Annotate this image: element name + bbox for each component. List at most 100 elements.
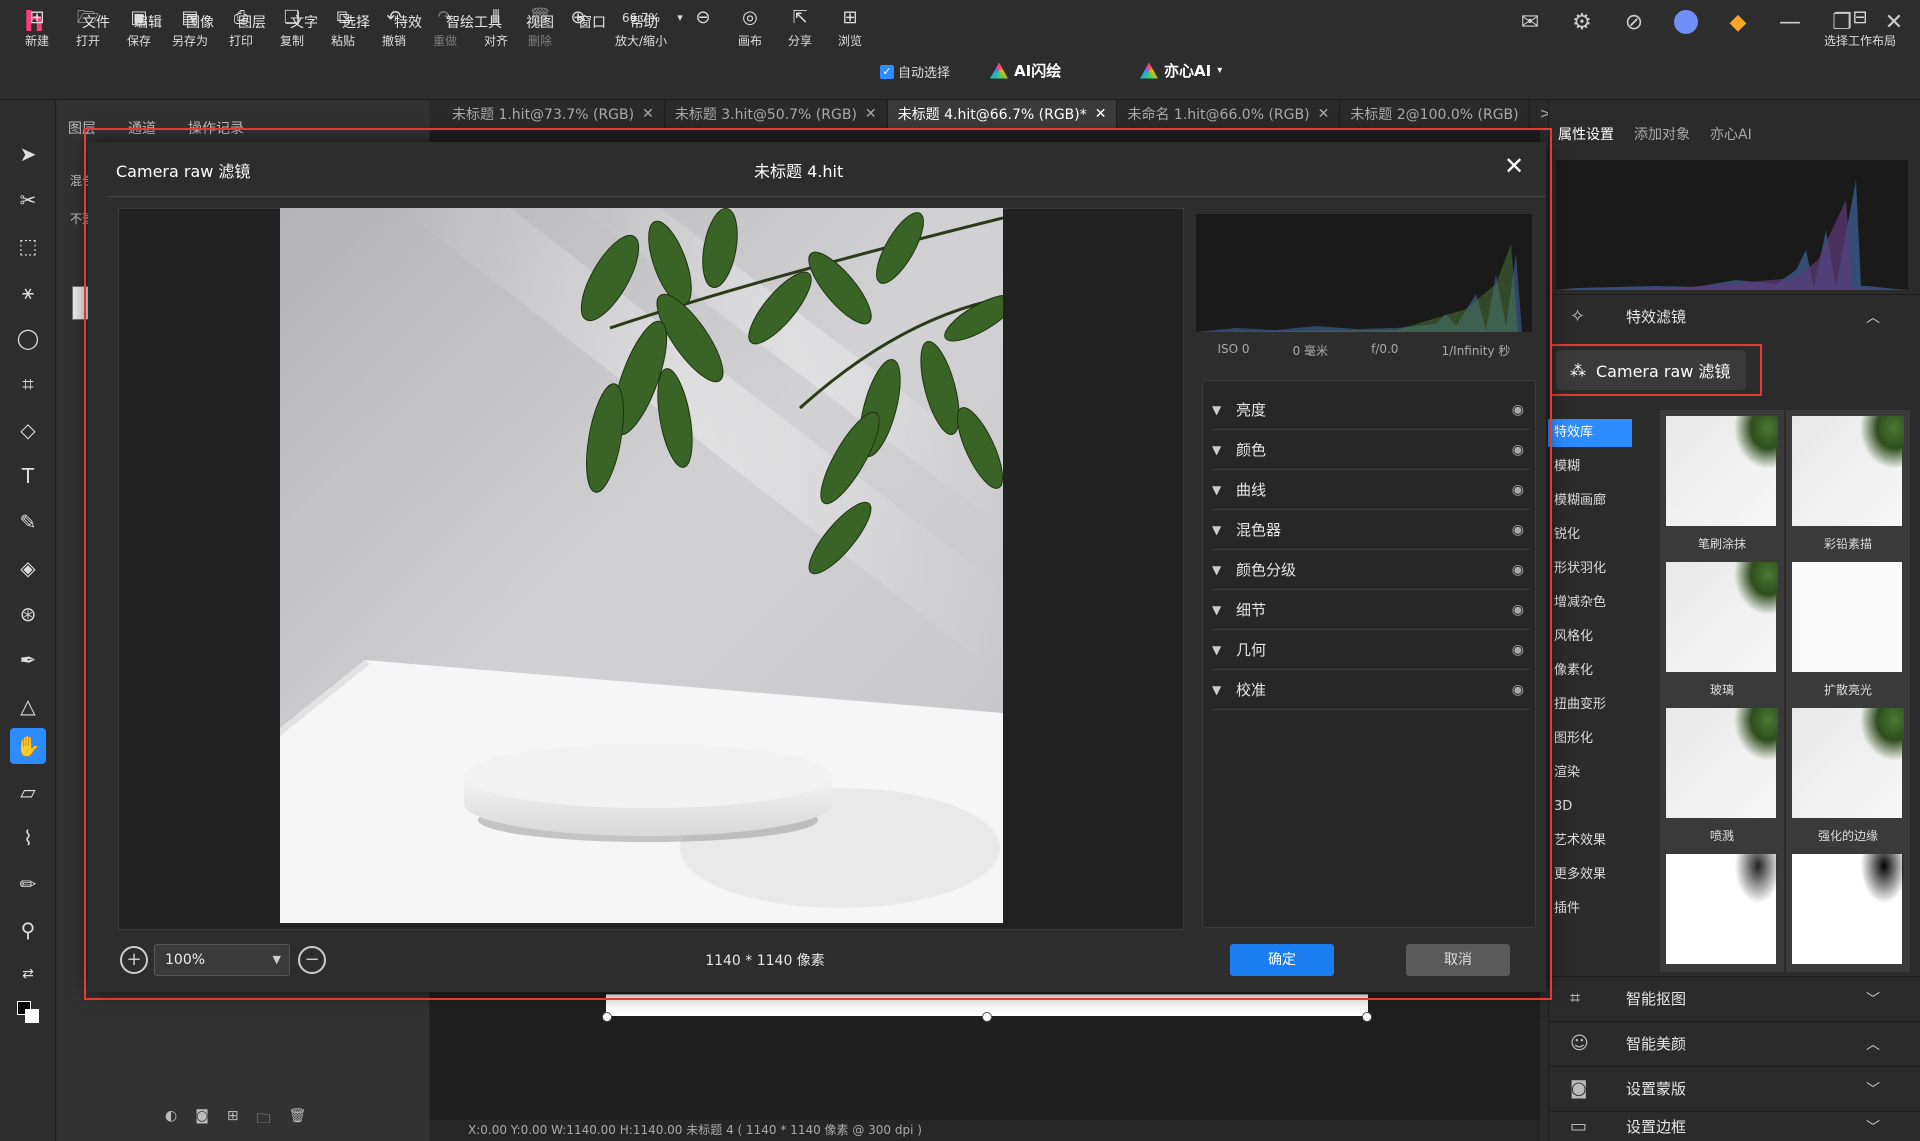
color-swatch-icon[interactable] <box>10 994 46 1030</box>
workspace-layout-button[interactable]: ⊟ 选择工作布局 <box>1820 6 1900 49</box>
crop-tool-icon[interactable]: ⌗ <box>10 366 46 402</box>
close-tab-icon[interactable]: ✕ <box>1095 106 1107 122</box>
mask-icon[interactable]: ◙ <box>195 1108 209 1132</box>
fx-thumb[interactable] <box>1660 848 1784 972</box>
brush-tool-icon[interactable]: ✎ <box>10 504 46 540</box>
transform-handle[interactable] <box>982 1012 992 1022</box>
fx-category[interactable]: 特效库 <box>1548 419 1632 447</box>
clone-tool-icon[interactable]: ⊛ <box>10 596 46 632</box>
print-button[interactable]: ⎙ 打印 <box>216 6 266 49</box>
eyedropper-tool-icon[interactable]: ⚲ <box>10 912 46 948</box>
zoom-out-button[interactable]: ⊖ <box>688 6 718 30</box>
fx-thumb[interactable]: 强化的边缘 <box>1786 702 1910 848</box>
doc-tab-active[interactable]: 未标题 4.hit@66.7% (RGB)* ✕ <box>887 100 1118 128</box>
swap-colors-icon[interactable]: ⇄ <box>10 956 46 992</box>
magic-wand-icon[interactable]: ⚹ <box>10 274 46 310</box>
open-button[interactable]: 🗁 打开 <box>63 6 113 49</box>
zoom-control[interactable]: 66.7% 放大/缩小 <box>608 6 674 49</box>
fx-category[interactable]: 更多效果 <box>1548 858 1648 892</box>
minimize-icon[interactable]: — <box>1764 0 1816 44</box>
zoom-dropdown-icon[interactable]: ▾ <box>670 6 690 30</box>
group-folder-icon[interactable]: 🗀 <box>257 1108 271 1132</box>
canvas-button[interactable]: ◎ 画布 <box>725 6 775 49</box>
close-tab-icon[interactable]: ✕ <box>642 106 654 122</box>
save-as-button[interactable]: ▤ 另存为 <box>165 6 215 49</box>
redo-button[interactable]: ↷ 重做 <box>420 6 470 49</box>
fx-category[interactable]: 像素化 <box>1548 654 1648 688</box>
eraser-tool-icon[interactable]: ◈ <box>10 550 46 586</box>
fx-category[interactable]: 插件 <box>1548 892 1648 926</box>
transform-handle[interactable] <box>602 1012 612 1022</box>
settings-icon[interactable]: ⚙ <box>1556 0 1608 44</box>
save-icon: ▣ <box>130 7 148 28</box>
fx-thumb[interactable]: 彩铅素描 <box>1786 410 1910 556</box>
adjustment-icon[interactable]: ◐ <box>165 1108 177 1132</box>
copy-button[interactable]: ❏ 复制 <box>267 6 317 49</box>
smart-cutout-section[interactable]: ⌗ 智能抠图 ﹀ <box>1548 976 1920 1020</box>
fx-thumb[interactable]: 喷溅 <box>1660 702 1784 848</box>
avatar-icon[interactable] <box>1660 0 1712 44</box>
fx-category[interactable]: 图形化 <box>1548 722 1648 756</box>
paste-button[interactable]: ⧉ 粘贴 <box>318 6 368 49</box>
browse-button[interactable]: ⊞ 浏览 <box>825 6 875 49</box>
doc-tab[interactable]: 未标题 3.hit@50.7% (RGB) ✕ <box>665 100 888 128</box>
fx-category[interactable]: 扭曲变形 <box>1548 688 1648 722</box>
hand-tool-icon[interactable]: ✋ <box>10 728 46 764</box>
mask-section[interactable]: ◙ 设置蒙版 ﹀ <box>1548 1066 1920 1110</box>
move-tool-icon[interactable]: ➤ <box>10 136 46 172</box>
fx-category[interactable]: 3D <box>1548 790 1648 824</box>
fx-thumb[interactable] <box>1786 848 1910 972</box>
shape-tool-icon[interactable]: △ <box>10 688 46 724</box>
new-button[interactable]: ⊞ 新建 <box>12 6 62 49</box>
zoom-value[interactable]: 66.7% <box>608 6 674 30</box>
doc-tab[interactable]: 未标题 2@100.0% (RGB) <box>1340 100 1530 128</box>
pencil-tool-icon[interactable]: ✏ <box>10 866 46 902</box>
text-tool-icon[interactable]: T <box>10 458 46 494</box>
close-tab-icon[interactable]: ✕ <box>1318 106 1330 122</box>
transform-tool-icon[interactable]: ▱ <box>10 774 46 810</box>
auto-select-checkbox[interactable]: ✓ 自动选择 <box>880 62 950 81</box>
pen-tool-icon[interactable]: ✒ <box>10 642 46 678</box>
fx-category[interactable]: 形状羽化 <box>1548 552 1648 586</box>
fx-icon: ✧ <box>1570 306 1586 327</box>
tab-properties[interactable]: 属性设置 <box>1548 120 1624 148</box>
share-button[interactable]: ⇱ 分享 <box>775 6 825 49</box>
fx-category[interactable]: 艺术效果 <box>1548 824 1648 858</box>
fx-category[interactable]: 渲染 <box>1548 756 1648 790</box>
doc-tab[interactable]: 未命名 1.hit@66.0% (RGB) ✕ <box>1117 100 1341 128</box>
gem-icon[interactable]: ◆ <box>1712 0 1764 44</box>
fx-category[interactable]: 锐化 <box>1548 518 1648 552</box>
cut-tool-icon[interactable]: ✂ <box>10 182 46 218</box>
border-icon: ▭ <box>1570 1116 1588 1137</box>
zoom-in-button[interactable]: ⊕ <box>563 6 593 30</box>
save-button[interactable]: ▣ 保存 <box>114 6 164 49</box>
close-tab-icon[interactable]: ✕ <box>865 106 877 122</box>
undo-button[interactable]: ↶ 撤销 <box>369 6 419 49</box>
smudge-tool-icon[interactable]: ⌇ <box>10 820 46 856</box>
compass-icon[interactable]: ⊘ <box>1608 0 1660 44</box>
delete-button[interactable]: 🗑 删除 <box>515 6 565 49</box>
delete-layer-icon[interactable]: 🗑 <box>289 1108 307 1132</box>
fx-thumb[interactable]: 笔刷涂抹 <box>1660 410 1784 556</box>
fx-category[interactable]: 增减杂色 <box>1548 586 1648 620</box>
marquee-tool-icon[interactable]: ⬚ <box>10 228 46 264</box>
fx-category[interactable]: 模糊画廊 <box>1548 484 1648 518</box>
smart-beauty-section[interactable]: ☺ 智能美颜 ︿ <box>1548 1021 1920 1065</box>
fx-category[interactable]: 模糊 <box>1548 450 1648 484</box>
add-layer-icon[interactable]: ⊞ <box>227 1108 239 1132</box>
tab-yixin-ai[interactable]: 亦心AI <box>1700 120 1762 148</box>
mail-icon[interactable]: ✉ <box>1504 0 1556 44</box>
doc-tab[interactable]: 未标题 1.hit@73.7% (RGB) ✕ <box>442 100 665 128</box>
transform-handle[interactable] <box>1362 1012 1372 1022</box>
fx-thumb[interactable]: 扩散亮光 <box>1786 556 1910 702</box>
tab-add-object[interactable]: 添加对象 <box>1624 120 1700 148</box>
align-button[interactable]: ⫴ 对齐 <box>471 6 521 49</box>
fill-tool-icon[interactable]: ◇ <box>10 412 46 448</box>
fx-filter-section-header[interactable]: ✧ 特效滤镜 ︿ <box>1548 294 1920 338</box>
fx-category[interactable]: 风格化 <box>1548 620 1648 654</box>
yixin-ai-button[interactable]: 亦心AI ▾ <box>1140 60 1222 81</box>
ai-flash-button[interactable]: AI闪绘 <box>990 60 1061 81</box>
fx-thumb[interactable]: 玻璃 <box>1660 556 1784 702</box>
border-section[interactable]: ▭ 设置边框 ﹀ <box>1548 1111 1920 1141</box>
lasso-tool-icon[interactable]: ◯ <box>10 320 46 356</box>
